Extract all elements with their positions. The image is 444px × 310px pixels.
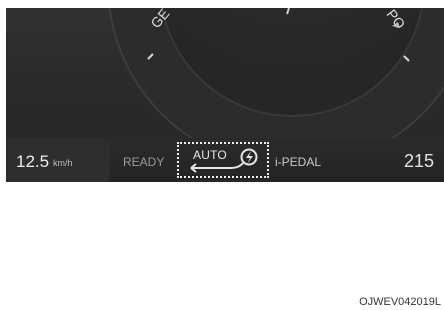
status-info-bar: 12.5 km/h READY AUTO i-PEDAL 215 [6, 138, 444, 182]
ready-indicator: READY [123, 155, 165, 169]
figure-code: OJWEV042019L [359, 296, 441, 308]
power-gauge-dial: GE PO [108, 8, 444, 148]
speed-unit: km/h [53, 158, 73, 168]
speed-panel: 12.5 km/h [6, 138, 110, 182]
speed-value: 12.5 [16, 152, 50, 171]
auto-regen-highlight: AUTO [177, 142, 269, 178]
ipedal-indicator: i-PEDAL [275, 155, 322, 169]
regen-lightning-arrow-icon [190, 148, 258, 173]
driving-range-value: 215 [404, 151, 435, 171]
instrument-cluster: GE PO 12.5 km/h READY AUTO i-PEDAL 215 [6, 8, 444, 182]
